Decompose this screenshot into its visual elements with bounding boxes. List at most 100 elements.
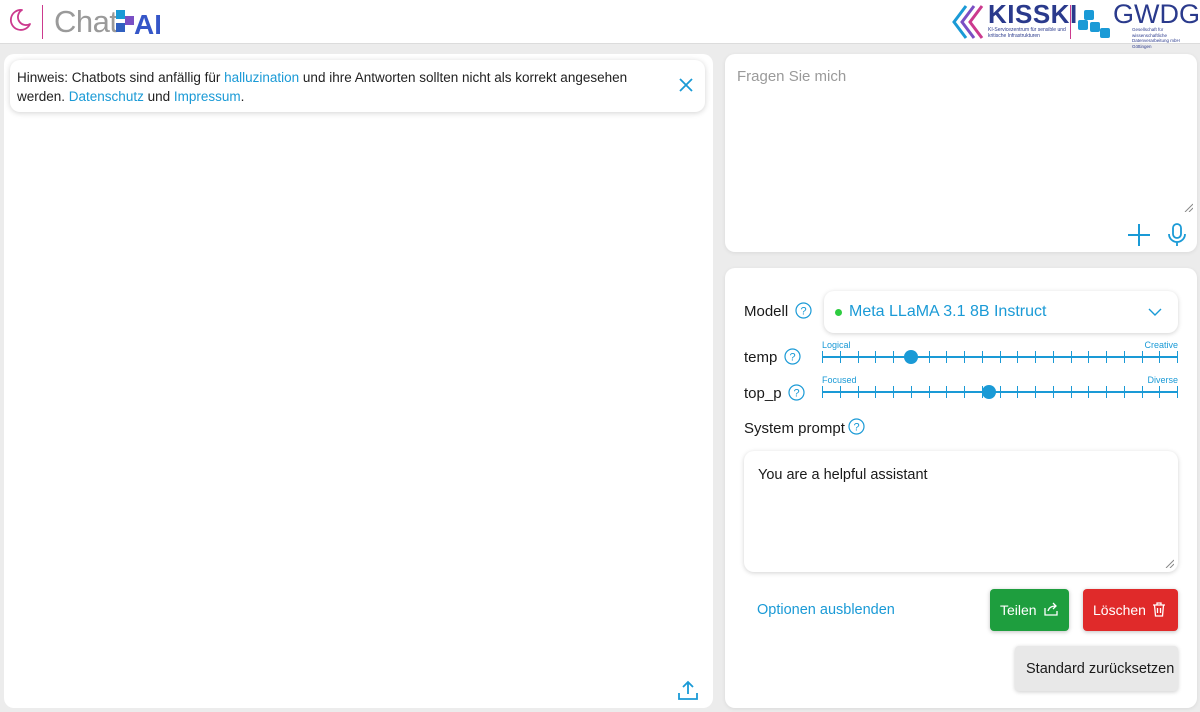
gwdg-name: GWDG <box>1113 0 1200 29</box>
slider-tick <box>911 386 912 398</box>
slider-tick <box>964 386 965 398</box>
slider-tick <box>875 351 876 363</box>
slider-tick <box>982 351 983 363</box>
slider-tick <box>1142 386 1143 398</box>
top-p-max-label: Diverse <box>1147 375 1178 385</box>
delete-button[interactable]: Löschen <box>1083 589 1178 631</box>
slider-tick <box>1106 386 1107 398</box>
slider-tick <box>911 351 912 363</box>
microphone-icon[interactable] <box>1166 222 1188 248</box>
top-p-slider-thumb[interactable] <box>982 385 996 399</box>
kisski-name: KISSKI <box>988 0 1078 29</box>
slider-tick <box>1035 351 1036 363</box>
system-prompt-label: System prompt <box>744 420 845 437</box>
slider-tick <box>1177 351 1178 363</box>
slider-tick <box>1071 351 1072 363</box>
slider-tick <box>1142 351 1143 363</box>
top-p-min-label: Focused <box>822 375 857 385</box>
disclaimer-text: Hinweis: Chatbots sind anfällig für hall… <box>17 70 628 104</box>
model-select[interactable]: Meta LLaMA 3.1 8B Instruct <box>824 291 1178 333</box>
slider-tick <box>929 386 930 398</box>
slider-tick <box>1177 386 1178 398</box>
slider-tick <box>1017 386 1018 398</box>
hide-options-link[interactable]: Optionen ausblenden <box>757 602 895 618</box>
slider-tick <box>929 351 930 363</box>
slider-tick <box>1124 386 1125 398</box>
slider-tick <box>1000 386 1001 398</box>
slider-tick <box>1088 351 1089 363</box>
slider-tick <box>1106 351 1107 363</box>
slider-tick <box>875 386 876 398</box>
slider-tick <box>1053 386 1054 398</box>
slider-tick <box>840 386 841 398</box>
model-status-dot <box>835 309 842 316</box>
share-button[interactable]: Teilen <box>990 589 1069 631</box>
disclaimer-notice: Hinweis: Chatbots sind anfällig für hall… <box>10 60 705 112</box>
moon-icon[interactable] <box>6 7 32 33</box>
slider-tick <box>822 351 823 363</box>
app-logo-text: Chat <box>54 4 118 39</box>
slider-tick <box>1071 386 1072 398</box>
app-logo-mark: AI <box>116 9 160 38</box>
close-icon[interactable] <box>676 75 696 95</box>
slider-tick <box>964 351 965 363</box>
chevron-down-icon <box>1148 308 1162 316</box>
slider-tick <box>1088 386 1089 398</box>
slider-tick <box>982 386 983 398</box>
imprint-link[interactable]: Impressum <box>174 89 241 104</box>
share-icon <box>1044 602 1058 616</box>
temp-max-label: Creative <box>1144 340 1178 350</box>
model-select-value: Meta LLaMA 3.1 8B Instruct <box>849 303 1047 320</box>
top-p-label: top_p <box>744 385 782 402</box>
help-icon[interactable]: ? <box>795 302 812 319</box>
reset-defaults-button[interactable]: Standard zurücksetzen <box>1015 646 1178 691</box>
partner-divider <box>1070 5 1071 39</box>
hallucination-link[interactable]: halluzination <box>224 70 299 85</box>
delete-button-label: Löschen <box>1093 602 1146 618</box>
gwdg-logo-mark <box>1078 10 1110 38</box>
model-label: Modell <box>744 303 789 320</box>
slider-tick <box>822 386 823 398</box>
header-divider <box>42 5 43 39</box>
resize-grip-icon[interactable] <box>1164 558 1174 568</box>
svg-text:?: ? <box>853 422 859 434</box>
help-icon[interactable]: ? <box>784 348 801 365</box>
kisski-subtitle: KI-Servicezentrum für sensible und kriti… <box>988 27 1066 39</box>
svg-text:?: ? <box>789 352 795 364</box>
upload-icon[interactable] <box>676 679 700 703</box>
reset-defaults-label: Standard zurücksetzen <box>1026 661 1175 677</box>
slider-tick <box>893 351 894 363</box>
slider-tick <box>1159 386 1160 398</box>
slider-tick <box>840 351 841 363</box>
slider-tick <box>946 351 947 363</box>
top-p-slider[interactable]: Focused Diverse <box>822 375 1178 405</box>
prompt-input[interactable] <box>737 68 1187 208</box>
system-prompt-input[interactable]: You are a helpful assistant <box>758 467 1168 563</box>
slider-tick <box>893 386 894 398</box>
slider-tick <box>1000 351 1001 363</box>
temp-label: temp <box>744 349 778 366</box>
slider-tick <box>946 386 947 398</box>
svg-text:?: ? <box>793 388 799 400</box>
app-logo-ai: AI <box>134 9 160 38</box>
help-icon[interactable]: ? <box>848 418 865 435</box>
gwdg-subtitle: Gesellschaft für wissenschaftliche Daten… <box>1132 27 1180 49</box>
slider-tick <box>858 386 859 398</box>
help-icon[interactable]: ? <box>788 384 805 401</box>
system-prompt-box: You are a helpful assistant <box>744 451 1178 572</box>
slider-tick <box>1159 351 1160 363</box>
svg-text:?: ? <box>800 306 806 318</box>
slider-tick <box>1017 351 1018 363</box>
plus-icon[interactable] <box>1126 222 1152 248</box>
slider-tick <box>1035 386 1036 398</box>
resize-grip-icon[interactable] <box>1183 202 1193 212</box>
chat-panel <box>4 54 713 708</box>
share-button-label: Teilen <box>1000 602 1037 618</box>
temp-min-label: Logical <box>822 340 851 350</box>
temp-slider[interactable]: Logical Creative <box>822 340 1178 370</box>
slider-tick <box>1124 351 1125 363</box>
slider-tick <box>858 351 859 363</box>
privacy-link[interactable]: Datenschutz <box>69 89 144 104</box>
slider-tick <box>1053 351 1054 363</box>
trash-icon <box>1153 602 1165 617</box>
